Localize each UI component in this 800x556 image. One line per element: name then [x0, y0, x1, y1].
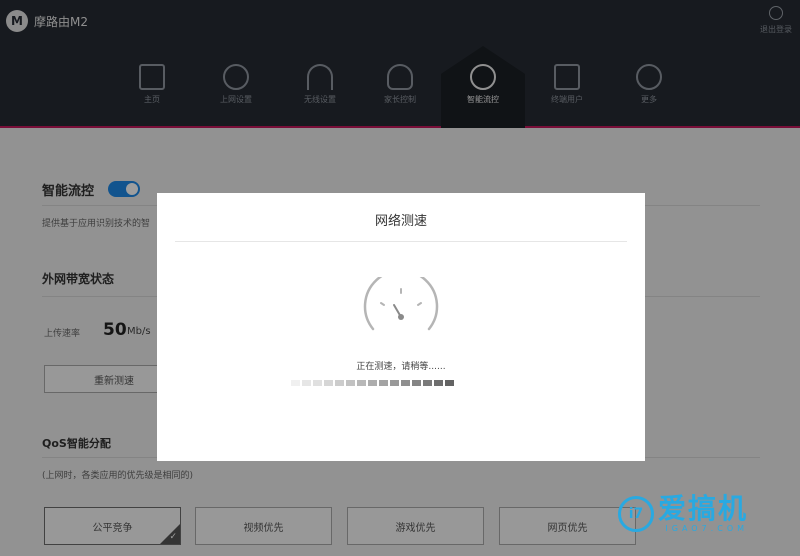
progress-segment	[401, 380, 410, 386]
watermark: i7 爱搞机 IGAO7.COM	[618, 494, 748, 533]
progress-segment	[390, 380, 399, 386]
watermark-sub: IGAO7.COM	[665, 524, 749, 533]
progress-segment	[423, 380, 432, 386]
speed-test-modal: 网络测速 正在测速，请稍等......	[157, 193, 645, 461]
progress-segment	[302, 380, 311, 386]
progress-segment	[434, 380, 443, 386]
progress-segment	[445, 380, 454, 386]
watermark-text: 爱搞机 IGAO7.COM	[658, 492, 749, 534]
modal-divider	[175, 241, 627, 242]
progress-segment	[368, 380, 377, 386]
progress-segment	[357, 380, 366, 386]
watermark-logo-icon: i7	[618, 495, 654, 532]
modal-title: 网络测速	[374, 214, 427, 229]
watermark-main: 爱搞机	[658, 492, 749, 525]
progress-segment	[313, 380, 322, 386]
progress-segment	[346, 380, 355, 386]
progress-segment	[324, 380, 333, 386]
progress-segment	[291, 380, 300, 386]
status-text: 正在测速，请稍等......	[356, 362, 446, 372]
progress-segment	[379, 380, 388, 386]
progress-bar	[291, 380, 454, 386]
speedometer-icon	[363, 277, 439, 331]
progress-segment	[412, 380, 421, 386]
progress-segment	[335, 380, 344, 386]
